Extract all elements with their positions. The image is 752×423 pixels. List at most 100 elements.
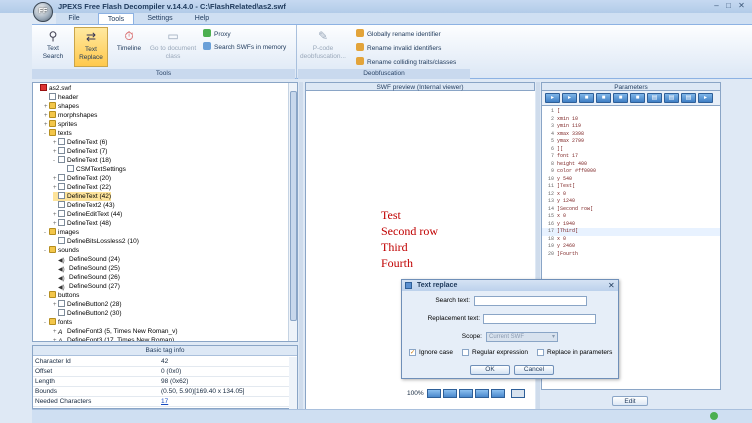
param-tool-icon[interactable]: ■	[630, 93, 645, 103]
tree-node[interactable]: - fonts	[44, 318, 72, 327]
tree-node[interactable]: - buttons	[44, 291, 79, 300]
text-replace-button[interactable]: ⇄ Text Replace	[74, 27, 108, 67]
tree-node[interactable]: + shapes	[44, 102, 79, 111]
tab-file[interactable]: File	[56, 13, 92, 24]
param-tool-icon[interactable]: ▸	[562, 93, 577, 103]
line-number: 18	[547, 235, 554, 242]
tree-node[interactable]: DefineButton2 (30)	[53, 309, 122, 318]
text-search-button[interactable]: ⚲ Text Search	[35, 27, 71, 67]
ignore-case-checkbox[interactable]: ✓	[409, 349, 416, 356]
zoom-reset-icon[interactable]	[475, 389, 489, 398]
tree-node[interactable]: + DefineText (6)	[53, 138, 107, 147]
maximize-button[interactable]: □	[724, 2, 733, 11]
swf-file-icon	[40, 84, 47, 91]
param-tool-icon[interactable]: ▸	[698, 93, 713, 103]
zoom-in-icon[interactable]	[427, 389, 441, 398]
param-tool-icon[interactable]: ■	[579, 93, 594, 103]
tree-node[interactable]: + DefineButton2 (28)	[53, 300, 122, 309]
code-text: ]Second row[	[557, 205, 594, 212]
search-swfs-button[interactable]: Search SWFs in memory	[203, 42, 286, 52]
tree-node[interactable]: as2.swf	[35, 84, 71, 93]
tree-scrollbar[interactable]	[288, 83, 297, 341]
param-tool-icon[interactable]: ▸	[545, 93, 560, 103]
minimize-button[interactable]: –	[712, 2, 721, 11]
info-scrollbar[interactable]	[289, 357, 297, 409]
play-icon[interactable]	[511, 389, 525, 398]
tree-node[interactable]: ◀) DefineSound (26)	[53, 273, 120, 282]
tree-node[interactable]: - texts	[44, 129, 72, 138]
code-line: 11]Test[	[542, 183, 720, 191]
folder-icon	[49, 318, 56, 325]
zoom-fit-icon[interactable]	[459, 389, 473, 398]
tree-node[interactable]: DefineText2 (43)	[53, 201, 115, 210]
param-tool-icon[interactable]: ▤	[664, 93, 679, 103]
global-rename-button[interactable]: Globally rename identifier	[356, 29, 441, 39]
tree-node[interactable]: - sounds	[44, 246, 79, 255]
tree-node[interactable]: + morphshapes	[44, 111, 97, 120]
goto-document-class-button[interactable]: ▭ Go to document class	[148, 27, 198, 67]
preview-text-line: Third	[381, 240, 408, 254]
basic-tag-info-panel: Basic tag info Character Id 42 Offset 0 (0…	[32, 345, 298, 409]
proxy-button[interactable]: Proxy	[203, 29, 231, 39]
cancel-button[interactable]: Cancel	[514, 365, 554, 375]
ok-button[interactable]: OK	[470, 365, 510, 375]
param-tool-icon[interactable]: ▤	[681, 93, 696, 103]
tag-tree[interactable]: as2.swf header + shapes + morphshapes + sprites…	[32, 82, 298, 342]
app-logo-icon[interactable]: FF	[33, 2, 53, 22]
param-tool-icon[interactable]: ■	[596, 93, 611, 103]
tab-help[interactable]: Help	[184, 13, 220, 24]
tree-node[interactable]: - images	[44, 228, 79, 237]
scroll-thumb[interactable]	[290, 91, 297, 321]
rename-invalid-button[interactable]: Rename invalid identifiers	[356, 43, 441, 53]
tree-node-label: DefineButton2 (28)	[67, 301, 122, 308]
tab-tools[interactable]: Tools	[98, 13, 134, 24]
pcode-deobfuscation-button[interactable]: ✎ P-code deobfuscation...	[300, 27, 346, 67]
document-icon	[58, 174, 65, 181]
rename-colliding-button[interactable]: Rename colliding traits/classes	[356, 57, 456, 67]
tree-node[interactable]: + DefineEditText (44)	[53, 210, 122, 219]
code-text: y 1940	[557, 220, 576, 227]
zoom-out-icon[interactable]	[443, 389, 457, 398]
edit-button[interactable]: Edit	[612, 396, 648, 406]
timeline-button[interactable]: ⏱ Timeline	[112, 27, 146, 67]
param-tool-icon[interactable]: ▤	[647, 93, 662, 103]
tree-node[interactable]: ◀) DefineSound (24)	[53, 255, 120, 264]
tree-node[interactable]: DefineText (42)	[53, 192, 112, 201]
search-input[interactable]	[474, 296, 587, 306]
tab-settings[interactable]: Settings	[140, 13, 180, 24]
regex-label: Regular expression	[472, 349, 529, 356]
tree-node[interactable]: + DefineText (48)	[53, 219, 111, 228]
tree-node[interactable]: DefineBitsLossless2 (10)	[53, 237, 139, 246]
replace-params-checkbox[interactable]	[537, 349, 544, 356]
close-button[interactable]: ✕	[737, 2, 746, 11]
left-splitter[interactable]	[299, 82, 303, 409]
tree-node[interactable]: + sprites	[44, 120, 77, 129]
dialog-close-icon[interactable]: ✕	[608, 280, 615, 291]
tree-node[interactable]: header	[44, 93, 78, 102]
code-line: 8 height 400	[542, 161, 720, 169]
tree-node[interactable]: +A DefineFont3 (17, Times New Roman)	[53, 336, 175, 342]
tree-node-label: DefineText (18)	[67, 157, 112, 164]
replacement-input[interactable]	[483, 314, 596, 324]
param-tool-icon[interactable]: ■	[613, 93, 628, 103]
tree-node[interactable]: + DefineText (7)	[53, 147, 107, 156]
ignore-case-label: Ignore case	[419, 349, 453, 356]
code-line: 1[	[542, 108, 720, 116]
title-bar: JPEXS Free Flash Decompiler v.14.4.0 - C…	[0, 0, 752, 13]
tree-node-label: DefineFont3 (17, Times New Roman)	[67, 337, 175, 342]
tree-node[interactable]: + DefineText (22)	[53, 183, 111, 192]
document-icon	[58, 237, 65, 244]
snapshot-icon[interactable]	[491, 389, 505, 398]
tree-node[interactable]: ◀) DefineSound (25)	[53, 264, 120, 273]
tree-node[interactable]: ◀) DefineSound (27)	[53, 282, 120, 291]
line-number: 11	[547, 183, 554, 189]
regex-checkbox[interactable]	[462, 349, 469, 356]
tree-node[interactable]: +A DefineFont3 (5, Times New Roman_v)	[53, 327, 178, 336]
tools-group: ⚲ Text Search ⇄ Text Replace ⏱ Timeline …	[32, 25, 295, 79]
tree-node[interactable]: - DefineText (18)	[53, 156, 111, 165]
scope-select[interactable]: Current SWF ▾	[486, 332, 558, 342]
needed-characters-link[interactable]: 17	[161, 397, 168, 407]
tree-node-label: DefineText (20)	[67, 175, 112, 182]
tree-node[interactable]: + DefineText (20)	[53, 174, 111, 183]
tree-node[interactable]: CSMTextSettings	[62, 165, 126, 174]
